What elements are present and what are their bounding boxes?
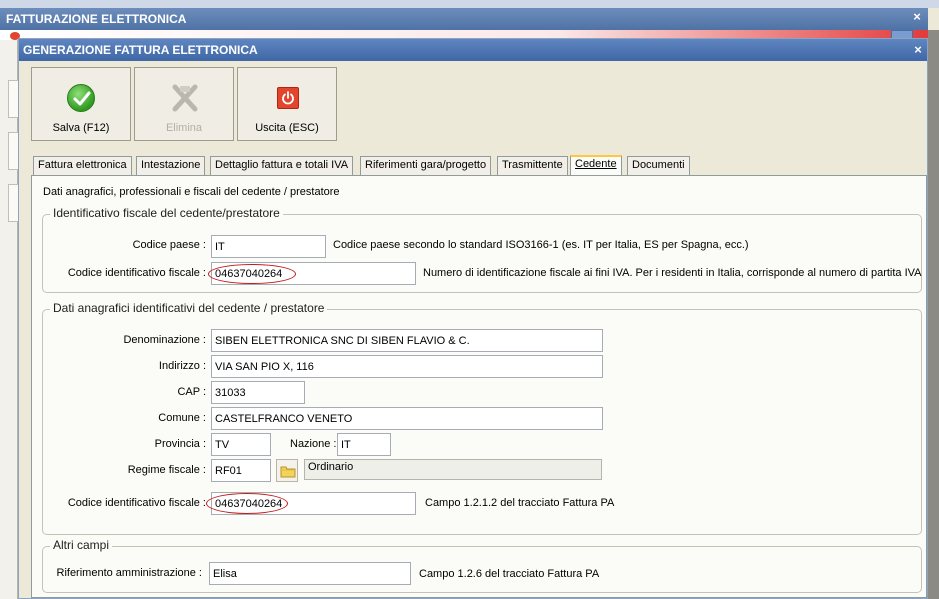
save-button[interactable]: Salva (F12) bbox=[31, 67, 131, 141]
outer-window-title: FATTURAZIONE ELETTRONICA bbox=[0, 8, 928, 30]
registry-group: Dati anagrafici identificativi del ceden… bbox=[42, 301, 922, 535]
outer-pane-item bbox=[8, 132, 18, 170]
checkmark-icon bbox=[67, 84, 95, 112]
fiscal-code-input[interactable] bbox=[211, 492, 416, 515]
desktop-strip bbox=[0, 0, 939, 8]
tax-regime-lookup-button[interactable] bbox=[276, 459, 298, 482]
tab-documenti[interactable]: Documenti bbox=[627, 156, 690, 175]
tab-dettaglio-fattura[interactable]: Dettaglio fattura e totali IVA bbox=[210, 156, 354, 175]
admin-ref-input[interactable] bbox=[209, 562, 411, 585]
save-button-label: Salva (F12) bbox=[52, 122, 110, 134]
fiscal-code-hint: Campo 1.2.1.2 del tracciato Fattura PA bbox=[425, 497, 615, 509]
tax-regime-label: Regime fiscale : bbox=[127, 464, 206, 476]
city-label: Comune : bbox=[158, 412, 206, 424]
other-fields-group: Altri campi Riferimento amministrazione … bbox=[42, 538, 922, 593]
dialog-title: GENERAZIONE FATTURA ELETTRONICA bbox=[19, 39, 927, 61]
exit-button-label: Uscita (ESC) bbox=[255, 122, 319, 134]
tax-regime-description: Ordinario bbox=[304, 459, 602, 480]
province-input[interactable] bbox=[211, 433, 271, 456]
outer-scrollbar[interactable] bbox=[928, 30, 939, 599]
delete-button-label: Elimina bbox=[165, 122, 203, 134]
panel-caption: Dati anagrafici, professionali e fiscali… bbox=[43, 186, 340, 198]
cedente-panel: Dati anagrafici, professionali e fiscali… bbox=[31, 175, 927, 598]
fiscal-code-label: Codice identificativo fiscale : bbox=[67, 497, 206, 509]
zip-input[interactable] bbox=[211, 381, 305, 404]
outer-pane-item bbox=[8, 80, 18, 118]
address-input[interactable] bbox=[211, 355, 603, 378]
outer-close-button[interactable]: × bbox=[910, 9, 924, 25]
tab-fattura-elettronica[interactable]: Fattura elettronica bbox=[33, 156, 132, 175]
dialog-window: GENERAZIONE FATTURA ELETTRONICA × Salva … bbox=[18, 38, 928, 599]
tab-trasmittente[interactable]: Trasmittente bbox=[497, 156, 568, 175]
power-icon bbox=[277, 87, 299, 109]
city-input[interactable] bbox=[211, 407, 603, 430]
other-fields-group-title: Altri campi bbox=[50, 538, 113, 552]
exit-button[interactable]: Uscita (ESC) bbox=[237, 67, 337, 141]
registry-group-title: Dati anagrafici identificativi del ceden… bbox=[50, 301, 328, 315]
fiscal-id-group-title: Identificativo fiscale del cedente/prest… bbox=[50, 206, 283, 220]
admin-ref-label: Riferimento amministrazione : bbox=[56, 567, 203, 579]
outer-left-pane bbox=[0, 40, 18, 599]
tax-id-hint: Numero di identificazione fiscale ai fin… bbox=[423, 267, 922, 279]
folder-icon bbox=[280, 466, 296, 478]
tax-id-label: Codice identificativo fiscale : bbox=[67, 267, 206, 279]
nation-input[interactable] bbox=[337, 433, 391, 456]
country-code-hint: Codice paese secondo lo standard ISO3166… bbox=[333, 239, 749, 251]
zip-label: CAP : bbox=[177, 386, 206, 398]
delete-button[interactable]: Elimina bbox=[134, 67, 234, 141]
tax-regime-code-input[interactable] bbox=[211, 459, 271, 482]
province-label: Provincia : bbox=[154, 438, 206, 450]
tab-cedente[interactable]: Cedente bbox=[570, 155, 622, 176]
tax-id-input[interactable] bbox=[211, 262, 416, 285]
fiscal-id-group: Identificativo fiscale del cedente/prest… bbox=[42, 206, 922, 293]
country-code-input[interactable] bbox=[211, 235, 326, 258]
delete-icon bbox=[171, 83, 199, 113]
nation-label: Nazione : bbox=[290, 438, 337, 450]
outer-pane-item bbox=[8, 184, 18, 222]
company-name-input[interactable] bbox=[211, 329, 603, 352]
dialog-close-button[interactable]: × bbox=[911, 42, 925, 58]
tab-intestazione[interactable]: Intestazione bbox=[136, 156, 206, 175]
country-code-label: Codice paese : bbox=[132, 239, 206, 251]
admin-ref-hint: Campo 1.2.6 del tracciato Fattura PA bbox=[419, 568, 600, 580]
company-name-label: Denominazione : bbox=[123, 334, 206, 346]
address-label: Indirizzo : bbox=[158, 360, 206, 372]
tab-riferimenti-gara[interactable]: Riferimenti gara/progetto bbox=[360, 156, 492, 175]
